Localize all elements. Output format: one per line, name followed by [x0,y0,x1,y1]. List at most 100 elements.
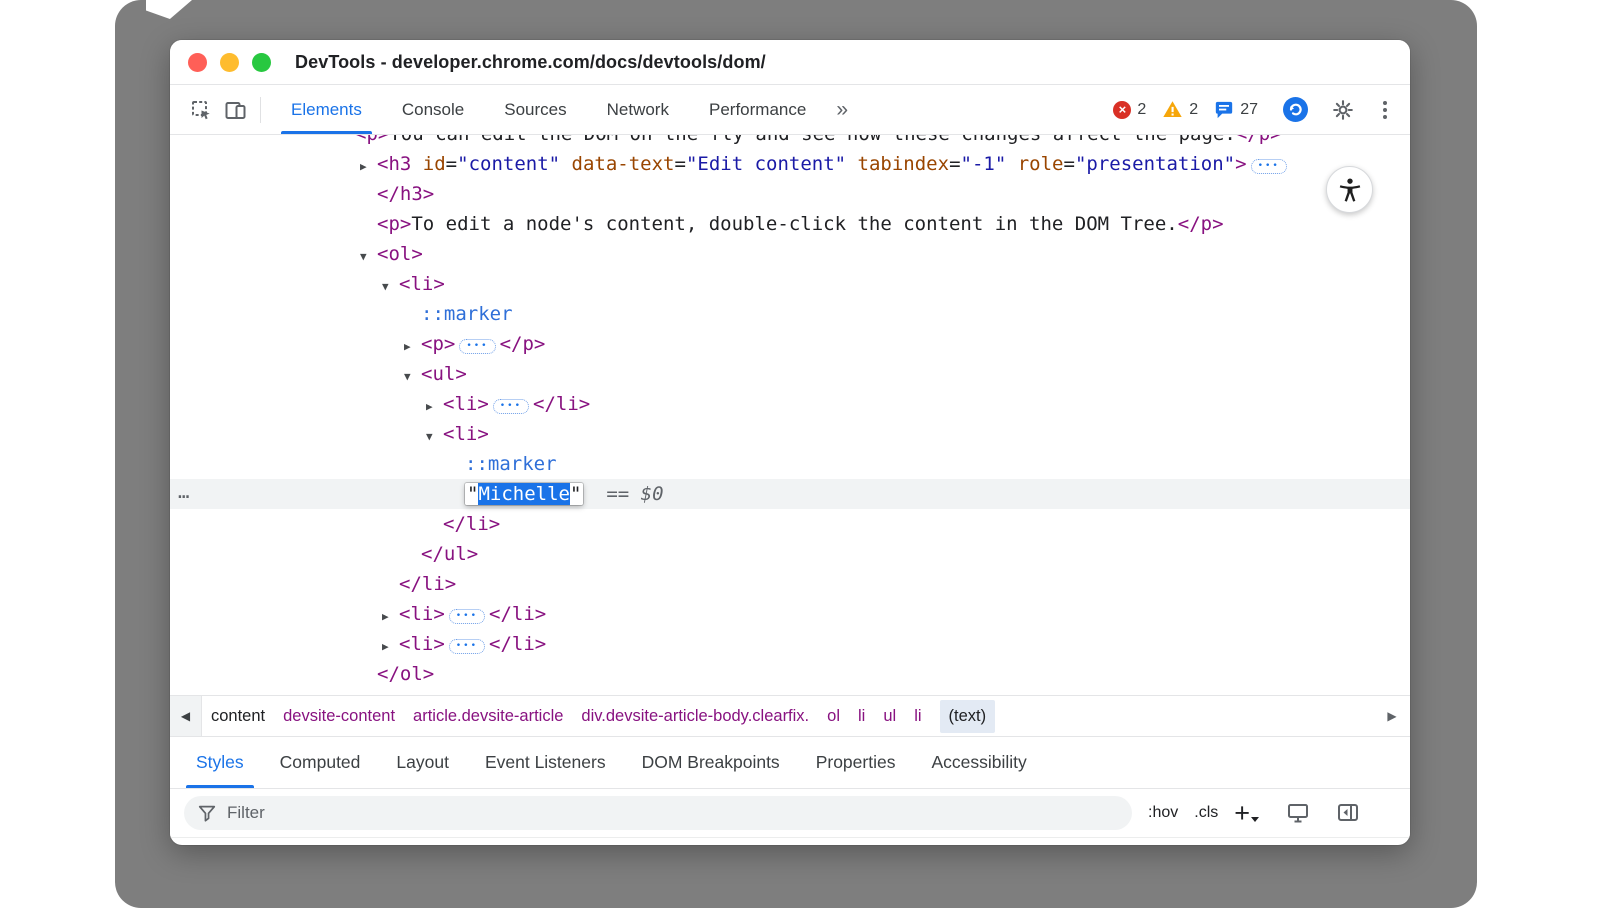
breadcrumb: content devsite-content article.devsite-ar… [202,700,1004,733]
sidebar-tab-dom-breakpoints[interactable]: DOM Breakpoints [624,737,798,788]
dom-tree-row[interactable]: </h3> [170,179,1410,209]
ellipsis-expand-button[interactable]: ••• [493,399,529,414]
kebab-dot [1383,115,1387,119]
ellipsis-expand-button[interactable]: ••• [459,339,495,354]
inspect-icon [189,98,213,122]
breadcrumb-bar: ◀ content devsite-content article.devsite-… [170,695,1410,737]
disclosure-arrow-icon[interactable]: ▶ [382,602,399,632]
breadcrumb-item-div-devsite-article-body-clearfix[interactable]: div.devsite-article-body.clearfix. [581,707,809,726]
sidebar-tab-accessibility[interactable]: Accessibility [913,737,1044,788]
breadcrumb-scroll-right-button[interactable]: ▶ [1374,709,1410,723]
dom-tree-row[interactable]: …"Michelle" == $0 [170,479,1410,509]
tab-elements[interactable]: Elements [271,85,382,134]
dom-tree-row[interactable]: </ul> [170,539,1410,569]
more-options-button[interactable] [1374,97,1396,123]
sidebar-tab-event-listeners[interactable]: Event Listeners [467,737,624,788]
error-icon: × [1113,101,1131,119]
breadcrumb-item-ul[interactable]: ul [883,707,896,726]
breadcrumb-item-article-devsite-article[interactable]: article.devsite-article [413,707,563,726]
rendering-emulations-button[interactable] [1281,796,1315,830]
ellipsis-expand-button[interactable]: ••• [449,609,485,624]
filter-funnel-icon [197,803,217,823]
sidebar-tab-computed[interactable]: Computed [262,737,379,788]
dom-tree-row[interactable]: </li> [170,569,1410,599]
dom-tree-row[interactable]: ▼<ul> [170,359,1410,389]
breadcrumb-item-devsite-content[interactable]: devsite-content [283,707,395,726]
toggle-computed-sidebar-button[interactable] [1331,796,1365,830]
code-segment-text [411,153,422,175]
dom-tree-row[interactable]: ▶<h3 id="content" data-text="Edit conten… [170,149,1410,179]
dom-tree-row[interactable]: ::marker [170,449,1410,479]
error-badge[interactable]: × 2 [1113,101,1146,119]
code-segment-tag: </li> [489,603,546,625]
dom-tree-row[interactable]: ▶<li>•••</li> [170,629,1410,659]
code-segment-attr: tabindex [858,153,950,175]
dom-tree-row[interactable]: ▼<li> [170,419,1410,449]
dom-tree-row[interactable]: ▶<li>•••</li> [170,599,1410,629]
tab-performance[interactable]: Performance [689,85,826,134]
accessibility-overlay-button[interactable] [1326,166,1373,213]
close-button[interactable] [188,53,207,72]
toggle-element-state-button[interactable]: :hov [1148,804,1178,822]
toolbar-separator [260,97,261,123]
disclosure-arrow-icon[interactable]: ▼ [382,272,399,302]
dom-tree-row[interactable]: <p>You can edit the DOM on the fly and s… [170,135,1410,149]
code-segment-text: To edit a node's content, double-click t… [411,213,1177,235]
code-segment-tag: <ul> [421,363,467,385]
disclosure-arrow-icon[interactable]: ▼ [360,242,377,272]
warning-badge[interactable]: 2 [1162,99,1198,120]
sync-status-button[interactable] [1278,93,1312,127]
dom-tree-row[interactable]: ::marker [170,299,1410,329]
breadcrumb-item-text[interactable]: (text) [940,700,996,733]
code-segment-marker: ::marker [465,453,557,475]
sidebar-tab-layout[interactable]: Layout [378,737,467,788]
code-segment-dollar: $0 [641,483,664,505]
breadcrumb-item-li[interactable]: li [914,707,921,726]
dom-tree-row[interactable]: </li> [170,509,1410,539]
accessibility-person-icon [1336,176,1364,204]
code-segment-eq: == [606,483,629,505]
dom-tree-row[interactable]: </ol> [170,659,1410,689]
new-style-rule-button[interactable]: + [1234,803,1259,823]
dom-tree-row[interactable]: ▶<p>•••</p> [170,329,1410,359]
styles-filter-input[interactable]: Filter [184,796,1132,830]
disclosure-arrow-icon[interactable]: ▶ [360,152,377,182]
titlebar: DevTools - developer.chrome.com/docs/dev… [170,40,1410,85]
zoom-button[interactable] [252,53,271,72]
disclosure-arrow-icon[interactable]: ▶ [404,332,421,362]
tab-network[interactable]: Network [587,85,689,134]
ellipsis-expand-button[interactable]: ••• [449,639,485,654]
settings-button[interactable] [1326,93,1360,127]
dom-tree-row[interactable]: ▶<li>•••</li> [170,389,1410,419]
code-segment-tag: <h3 [377,153,411,175]
ellipsis-expand-button[interactable]: ••• [1251,159,1287,174]
tab-console[interactable]: Console [382,85,484,134]
code-segment-tag: </li> [489,633,546,655]
breadcrumb-item-content[interactable]: content [211,707,265,726]
breadcrumb-scroll-left-button[interactable]: ◀ [170,696,202,736]
device-toolbar-button[interactable] [218,93,252,127]
disclosure-arrow-icon[interactable]: ▼ [426,422,443,452]
inline-edit-field[interactable]: "Michelle" [465,483,583,505]
code-segment-text: = [446,153,457,175]
filter-placeholder: Filter [227,803,265,823]
disclosure-arrow-icon[interactable]: ▶ [382,632,399,662]
dom-tree-row[interactable]: ▼<ol> [170,239,1410,269]
tab-sources[interactable]: Sources [484,85,586,134]
disclosure-arrow-icon[interactable]: ▼ [404,362,421,392]
plus-icon: + [1234,803,1250,823]
minimize-button[interactable] [220,53,239,72]
sidebar-tab-styles[interactable]: Styles [178,737,262,788]
issues-badge[interactable]: 27 [1214,100,1258,120]
code-segment-tag: <p> [421,333,455,355]
sidebar-tab-properties[interactable]: Properties [798,737,914,788]
code-segment-val: "content" [457,153,560,175]
element-classes-button[interactable]: .cls [1194,804,1218,822]
more-tabs-button[interactable]: » [826,98,858,122]
disclosure-arrow-icon[interactable]: ▶ [426,392,443,422]
dom-tree-row[interactable]: ▼<li> [170,269,1410,299]
dom-tree-row[interactable]: <p>To edit a node's content, double-clic… [170,209,1410,239]
inspect-element-button[interactable] [184,93,218,127]
breadcrumb-item-li[interactable]: li [858,707,865,726]
breadcrumb-item-ol[interactable]: ol [827,707,840,726]
